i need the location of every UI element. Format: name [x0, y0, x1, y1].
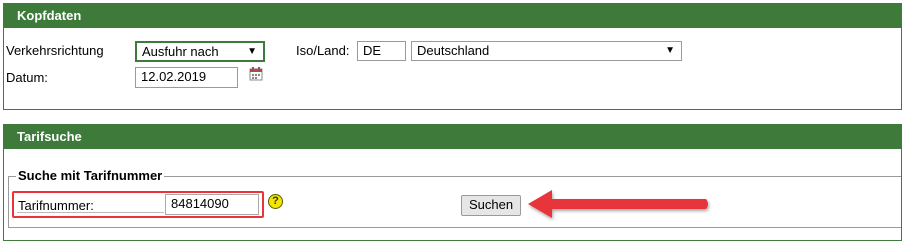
- kopfdaten-header: Kopfdaten: [3, 3, 902, 28]
- datum-value: 12.02.2019: [141, 69, 207, 84]
- tarifsuche-title: Tarifsuche: [17, 129, 82, 144]
- tarifnummer-value: 84814090: [171, 196, 229, 211]
- verkehrsrichtung-label: Verkehrsrichtung: [6, 43, 104, 58]
- suchen-button[interactable]: Suchen: [461, 195, 521, 216]
- annotation-arrow: [528, 190, 708, 218]
- kopfdaten-title: Kopfdaten: [17, 8, 82, 23]
- suchen-button-label: Suchen: [468, 197, 514, 212]
- chevron-down-icon: ▼: [247, 46, 257, 57]
- verkehrsrichtung-select[interactable]: Ausfuhr nach ▼: [135, 41, 265, 62]
- datum-label: Datum:: [6, 70, 48, 85]
- tarifnummer-input[interactable]: 84814090: [165, 194, 259, 215]
- tarifsuche-header: Tarifsuche: [3, 124, 902, 149]
- land-value: Deutschland: [417, 43, 490, 58]
- iso-code-value: DE: [363, 43, 382, 58]
- help-icon[interactable]: ?: [268, 194, 283, 209]
- iso-code-input[interactable]: DE: [357, 41, 406, 61]
- tarifnummer-group-title: Suche mit Tarifnummer: [16, 168, 165, 183]
- calendar-icon[interactable]: [249, 67, 263, 81]
- datum-input[interactable]: 12.02.2019: [135, 67, 238, 88]
- iso-land-label: Iso/Land:: [296, 43, 350, 58]
- land-select[interactable]: Deutschland ▼: [411, 41, 682, 61]
- chevron-down-icon: ▼: [665, 45, 675, 56]
- verkehrsrichtung-value: Ausfuhr nach: [142, 44, 219, 59]
- tarifnummer-label: Tarifnummer:: [18, 198, 94, 213]
- tarifnummer-label-underline: [17, 212, 164, 213]
